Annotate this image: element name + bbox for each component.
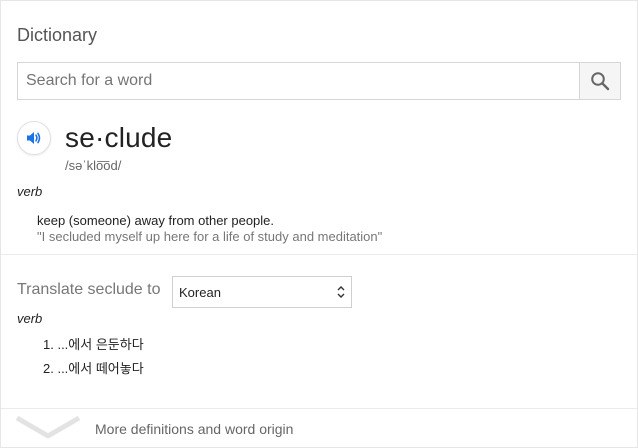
- phonetic-spelling: /səˈklo͞od/: [65, 158, 122, 173]
- definition-example: "I secluded myself up here for a life of…: [37, 229, 383, 244]
- definition-text: keep (someone) away from other people.: [37, 213, 275, 228]
- section-divider: [1, 254, 637, 255]
- translation-item: 2. ...에서 떼어놓다: [43, 361, 144, 376]
- search-icon: [591, 72, 610, 91]
- headword: se·clude: [65, 122, 173, 153]
- speaker-icon: [27, 132, 41, 144]
- translate-label: Translate seclude to: [17, 281, 161, 298]
- search-bar: [17, 62, 621, 100]
- chevron-down-icon[interactable]: [15, 415, 81, 441]
- search-input[interactable]: [18, 63, 579, 99]
- search-button[interactable]: [579, 63, 620, 99]
- part-of-speech: verb: [17, 184, 43, 199]
- select-arrows-icon: [337, 286, 345, 298]
- pronunciation-audio-button[interactable]: [17, 121, 51, 155]
- translation-part-of-speech: verb: [17, 311, 43, 326]
- footer-divider: [1, 408, 637, 409]
- language-select[interactable]: Korean: [172, 276, 352, 308]
- more-definitions-link[interactable]: More definitions and word origin: [95, 421, 293, 437]
- translation-item: 1. ...에서 은둔하다: [43, 337, 144, 352]
- dictionary-card: Dictionary se·clude /səˈklo͞od/ verb kee…: [0, 0, 638, 448]
- card-title: Dictionary: [17, 25, 98, 45]
- language-select-value: Korean: [179, 284, 221, 300]
- translation-list: 1. ...에서 은둔하다 2. ...에서 떼어놓다: [43, 337, 144, 385]
